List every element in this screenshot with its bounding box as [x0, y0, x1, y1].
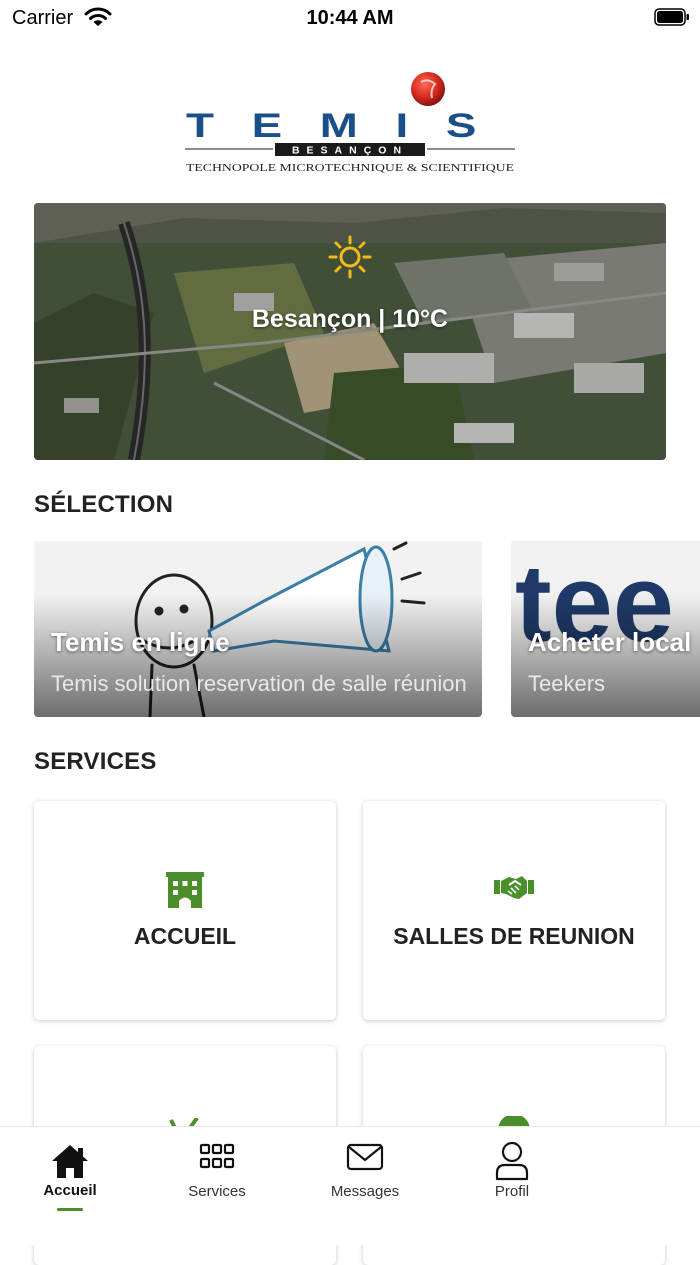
logo-city: BESANÇON — [292, 145, 408, 157]
tab-accueil[interactable]: Accueil — [0, 1127, 140, 1227]
selection-card[interactable]: Temis en ligne Temis solution reservatio… — [34, 541, 482, 717]
tab-label: Profil — [494, 1183, 530, 1200]
battery-icon — [654, 8, 689, 26]
active-tab-indicator — [57, 1208, 83, 1211]
card-title: Acheter local — [528, 627, 692, 657]
card-subtitle: Teekers — [528, 671, 606, 696]
home-icon — [0, 1143, 140, 1184]
logo-tagline: TECHNOPOLE MICROTECHNIQUE & SCIENTIFIQUE — [186, 163, 514, 174]
tab-label: Services — [188, 1183, 246, 1200]
card-subtitle: Temis solution reservation de salle réun… — [51, 671, 467, 696]
weather-banner[interactable]: Besançon | 10°C — [34, 203, 666, 460]
sun-icon — [328, 235, 372, 279]
clock: 10:44 AM — [306, 7, 394, 29]
building-icon — [34, 872, 336, 913]
service-tile-accueil[interactable]: ACCUEIL — [34, 801, 336, 1020]
tab-messages[interactable]: Messages — [295, 1127, 435, 1227]
card-title: Temis en ligne — [51, 627, 230, 657]
selection-card[interactable]: tee Acheter local Teekers — [511, 541, 700, 717]
tab-label: Messages — [330, 1183, 400, 1200]
logo-wordmark: TEMIS — [186, 107, 514, 145]
services-title: SERVICES — [34, 748, 157, 775]
tab-label: Accueil — [43, 1182, 97, 1199]
grid-icon — [147, 1143, 287, 1174]
tab-services[interactable]: Services — [147, 1127, 287, 1227]
user-icon — [442, 1141, 582, 1186]
envelope-icon — [295, 1143, 435, 1176]
handshake-icon — [363, 872, 665, 907]
weather-text: Besançon | 10°C — [251, 305, 449, 333]
service-tile-label: ACCUEIL — [133, 923, 237, 949]
temis-logo: TEMIS BESANÇON TECHNOPOLE MICROTECHNIQUE… — [185, 70, 515, 176]
tab-bar: Accueil Services Messages Profil — [0, 1126, 700, 1245]
selection-title: SÉLECTION — [34, 491, 174, 518]
service-tile-salles[interactable]: SALLES DE REUNION — [363, 801, 665, 1020]
status-bar: Carrier 10:44 AM — [0, 0, 700, 36]
tab-profil[interactable]: Profil — [442, 1127, 582, 1227]
service-tile-label: SALLES DE REUNION — [393, 923, 635, 949]
